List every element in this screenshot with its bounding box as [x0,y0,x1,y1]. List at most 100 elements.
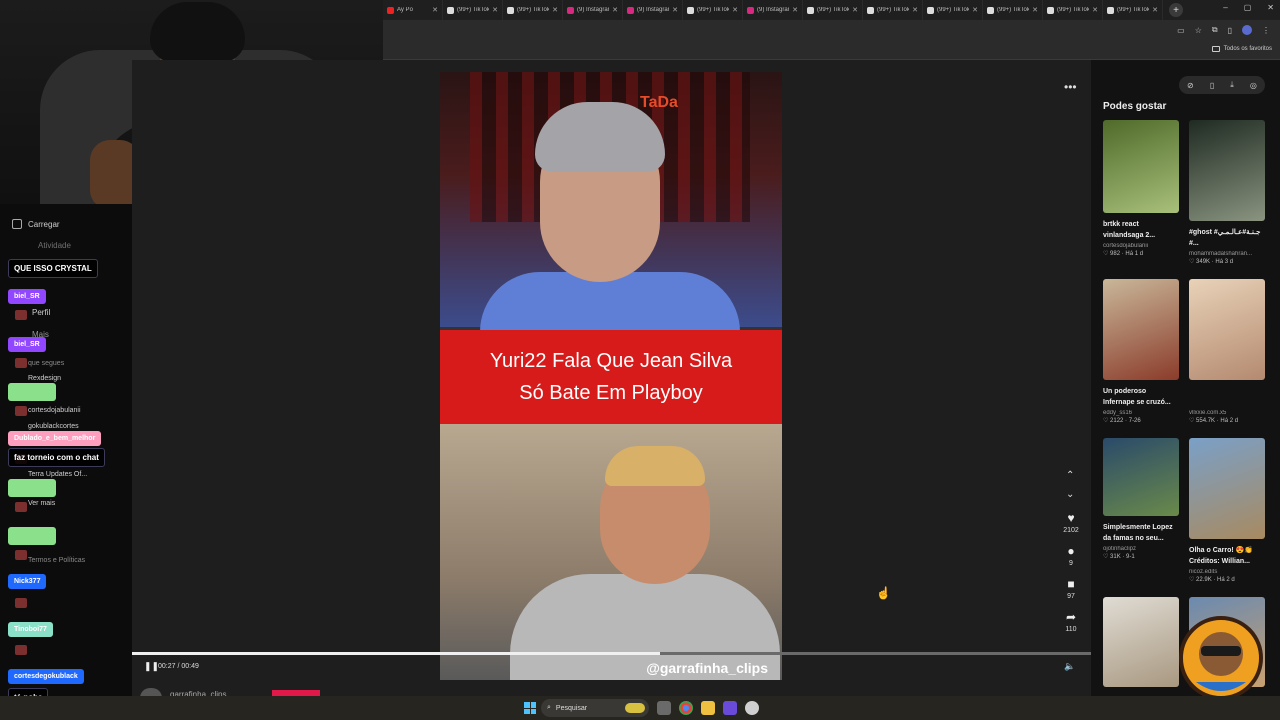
video-thumbnail[interactable] [1103,120,1179,213]
browser-tab[interactable]: (9) Instagram ✕ [623,0,683,20]
download-icon[interactable]: ⤓ [1230,80,1234,90]
nav-activity[interactable]: Atividade [12,241,71,250]
tab-label: (9) Instagram [757,7,790,13]
star-icon[interactable]: ☆ [1195,26,1202,35]
video-thumbnail[interactable] [1103,438,1179,516]
close-tab-icon[interactable]: ✕ [1032,6,1038,14]
browser-tab[interactable]: (99+) TikTok ✕ [863,0,923,20]
close-tab-icon[interactable]: ✕ [612,6,618,14]
browser-tab[interactable]: (99+) TikTok ✕ [1103,0,1163,20]
video-caption-banner: Yuri22 Fala Que Jean Silva Só Bate Em Pl… [440,330,782,424]
chrome-icon[interactable] [679,701,693,715]
nav-label: Perfil [32,308,51,317]
following-item[interactable]: cortesdojabulanii [28,407,81,414]
close-tab-icon[interactable]: ✕ [732,6,738,14]
card-title: brtkk react vinlandsaga 2... [1103,221,1156,239]
volume-icon[interactable]: 🔈 [1064,661,1075,672]
taskbar-search[interactable]: ⌕ Pesquisar [541,699,649,717]
browser-tab[interactable]: (9) Instagram ✕ [743,0,803,20]
card-author[interactable]: mohammadalshahran... [1189,251,1265,257]
tab-label: (99+) TikTok [457,7,490,13]
extensions-icon[interactable]: ⧉ [1212,25,1218,35]
sidepanel-icon[interactable]: ▯ [1228,26,1232,35]
browser-tab[interactable]: (99+) TikTok ✕ [923,0,983,20]
card-stats: ♡ 982 · Há 1 d [1103,251,1144,257]
recommendation-card[interactable]: Un poderoso Infernape se cruzó... eddy_ss… [1103,279,1179,424]
task-view-icon[interactable] [657,701,671,715]
recommendation-card[interactable]: brtkk react vinlandsaga 2... cortesdojabu… [1103,120,1179,257]
menu-kebab-icon[interactable]: ⋮ [1262,26,1270,35]
card-author[interactable]: vllxxie.com.x5 [1189,410,1265,416]
app-icon[interactable] [723,701,737,715]
video-thumbnail[interactable] [1189,120,1265,221]
following-header: que segues [28,360,65,367]
chevron-up-icon[interactable]: ⌃ [1066,470,1074,481]
card-author[interactable]: eddy_ss16 [1103,410,1179,416]
comment-button[interactable]: ● 9 [1063,545,1079,567]
browser-tab[interactable]: (99+) TikTok ✕ [503,0,563,20]
following-item[interactable]: gokublackcortes [28,423,79,430]
close-tab-icon[interactable]: ✕ [492,6,498,14]
close-window-icon[interactable]: ✕ [1267,3,1274,12]
recommendation-card[interactable]: vllxxie.com.x5 ♡ 554.7K · Há 2 d [1189,279,1265,424]
profile-avatar[interactable] [1242,25,1252,35]
video-thumbnail[interactable] [1189,279,1265,380]
close-tab-icon[interactable]: ✕ [1152,6,1158,14]
browser-tab[interactable]: (99+) TikTok ✕ [683,0,743,20]
like-button[interactable]: ♥ 2102 [1063,512,1079,534]
chevron-down-icon[interactable]: ⌄ [1066,489,1074,500]
video-thumbnail[interactable] [1189,438,1265,539]
maximize-icon[interactable]: ▢ [1244,3,1252,12]
new-tab-button[interactable]: + [1169,3,1183,17]
close-tab-icon[interactable]: ✕ [852,6,858,14]
all-bookmarks[interactable]: Todos os favoritos [1211,46,1272,52]
tab-label: (9) Instagram [637,7,670,13]
recommendation-card[interactable]: Simplesmente Lopez da famas no seu... ojo… [1103,438,1179,560]
phone-icon[interactable]: ▯ [1210,81,1214,90]
chat-username-badge: Tinoboi77 [8,622,53,637]
close-tab-icon[interactable]: ✕ [552,6,558,14]
browser-tab[interactable]: (99+) TikTok ✕ [443,0,503,20]
minimize-icon[interactable]: – [1223,3,1227,12]
folder-icon [1211,46,1220,52]
see-more-link[interactable]: Ver mais [28,500,55,507]
browser-tab[interactable]: (99+) TikTok ✕ [1043,0,1103,20]
recommendation-card[interactable]: #ghost #جـنـة#عـالـمـي #... mohammadalsha… [1189,120,1265,265]
cast-icon[interactable]: ▭ [1177,26,1185,35]
close-tab-icon[interactable]: ✕ [672,6,678,14]
browser-tab[interactable]: Ay Po ✕ [383,0,443,20]
settings-icon[interactable]: ◎ [1250,81,1257,90]
file-explorer-icon[interactable] [701,701,715,715]
close-tab-icon[interactable]: ✕ [792,6,798,14]
app-icon[interactable] [745,701,759,715]
tab-label: (9) Instagram [577,7,610,13]
following-item[interactable]: Terra Updates Of... [28,471,87,478]
card-author[interactable]: cortesdojabulanii [1103,243,1179,249]
nav-upload[interactable]: Carregar [12,219,60,229]
following-item[interactable]: Rexdesign [28,375,61,382]
video-progress-bar[interactable] [132,652,1091,655]
windows-start-icon[interactable] [524,702,536,714]
card-author[interactable]: nicoz.edits [1189,569,1265,575]
video-watermark-handle: @garrafinha_clips [646,660,768,676]
block-icon[interactable]: ⊘ [1187,81,1194,90]
browser-tab[interactable]: (99+) TikTok ✕ [983,0,1043,20]
close-tab-icon[interactable]: ✕ [972,6,978,14]
video-thumbnail[interactable] [1103,279,1179,380]
share-button[interactable]: ➦ 110 [1063,611,1079,633]
tiktok-icon [867,6,874,14]
browser-tab[interactable]: (99+) TikTok ✕ [803,0,863,20]
terms-link[interactable]: Termos e Políticas [28,557,85,564]
video-player[interactable]: TaDa Yuri22 Fala Que Jean Silva Só Bate … [440,72,782,680]
recommendation-card[interactable]: Olha o Carro! 😍👏 Créditos: Willian... nic… [1189,438,1265,583]
browser-tab[interactable]: (9) Instagram ✕ [563,0,623,20]
close-tab-icon[interactable]: ✕ [432,6,438,14]
close-tab-icon[interactable]: ✕ [1092,6,1098,14]
pause-icon[interactable]: ❚❚ [144,661,159,672]
tab-label: (99+) TikTok [817,7,850,13]
close-tab-icon[interactable]: ✕ [912,6,918,14]
save-button[interactable]: ■ 97 [1063,578,1079,600]
card-author[interactable]: ojotinhaclipz [1103,546,1179,552]
more-options-icon[interactable]: ••• [1064,80,1077,94]
card-title: #ghost #جـنـة#عـالـمـي #... [1189,229,1261,247]
